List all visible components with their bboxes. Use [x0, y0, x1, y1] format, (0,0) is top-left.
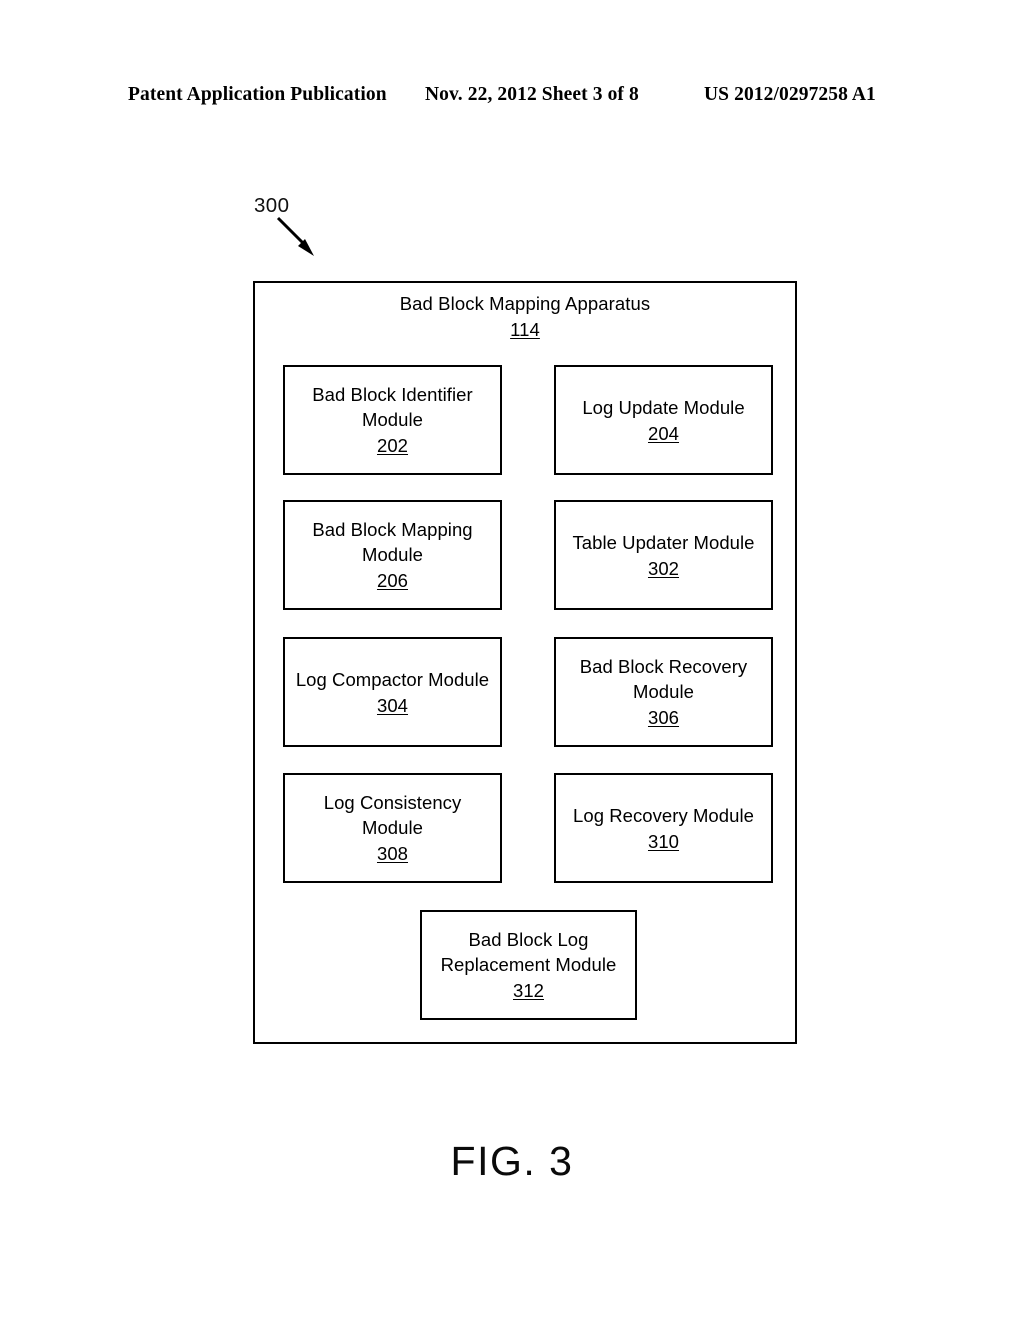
module-reference-numeral: 306 — [647, 707, 680, 728]
bad-block-mapping-apparatus-container: Bad Block Mapping Apparatus 114 Bad Bloc… — [253, 281, 797, 1044]
apparatus-title-text: Bad Block Mapping Apparatus — [399, 293, 651, 314]
module-reference-numeral: 204 — [647, 422, 680, 444]
module-label: Log Consistency Module — [323, 792, 462, 838]
module-label: Log Update Module — [582, 396, 745, 418]
module-reference-numeral: 202 — [376, 435, 409, 456]
header-date-sheet-label: Nov. 22, 2012 Sheet 3 of 8 — [425, 84, 639, 105]
module-reference-numeral: 310 — [647, 830, 680, 852]
module-reference-numeral: 308 — [376, 843, 409, 864]
module-label: Bad Block Log Replacement Module — [440, 929, 617, 975]
module-reference-numeral: 304 — [376, 694, 409, 716]
module-label: Bad Block Mapping Module — [312, 519, 473, 565]
header-publication-label: Patent Application Publication — [128, 84, 387, 105]
module-label: Log Recovery Module — [573, 804, 754, 826]
reference-arrow-icon — [276, 216, 314, 256]
header-patent-number: US 2012/0297258 A1 — [704, 84, 876, 105]
module-label: Bad Block Recovery Module — [579, 656, 748, 702]
module-table-updater: Table Updater Module 302 — [554, 500, 773, 610]
module-log-consistency: Log Consistency Module 308 — [283, 773, 502, 883]
apparatus-title: Bad Block Mapping Apparatus 114 — [255, 291, 795, 342]
module-label: Log Compactor Module — [295, 668, 490, 690]
module-log-recovery: Log Recovery Module 310 — [554, 773, 773, 883]
module-bad-block-mapping: Bad Block Mapping Module 206 — [283, 500, 502, 610]
module-bad-block-log-replacement: Bad Block Log Replacement Module 312 — [420, 910, 637, 1020]
module-log-update: Log Update Module 204 — [554, 365, 773, 475]
module-label: Bad Block Identifier Module — [312, 384, 473, 430]
figure-caption: FIG. 3 — [450, 1138, 574, 1184]
module-bad-block-identifier: Bad Block Identifier Module 202 — [283, 365, 502, 475]
module-reference-numeral: 302 — [647, 557, 680, 579]
module-log-compactor: Log Compactor Module 304 — [283, 637, 502, 747]
module-reference-numeral: 312 — [512, 980, 545, 1001]
module-reference-numeral: 206 — [376, 570, 409, 591]
module-label: Table Updater Module — [572, 531, 755, 553]
module-bad-block-recovery: Bad Block Recovery Module 306 — [554, 637, 773, 747]
apparatus-reference-numeral: 114 — [510, 319, 540, 340]
page-header: Patent Application Publication Nov. 22, … — [128, 84, 896, 110]
